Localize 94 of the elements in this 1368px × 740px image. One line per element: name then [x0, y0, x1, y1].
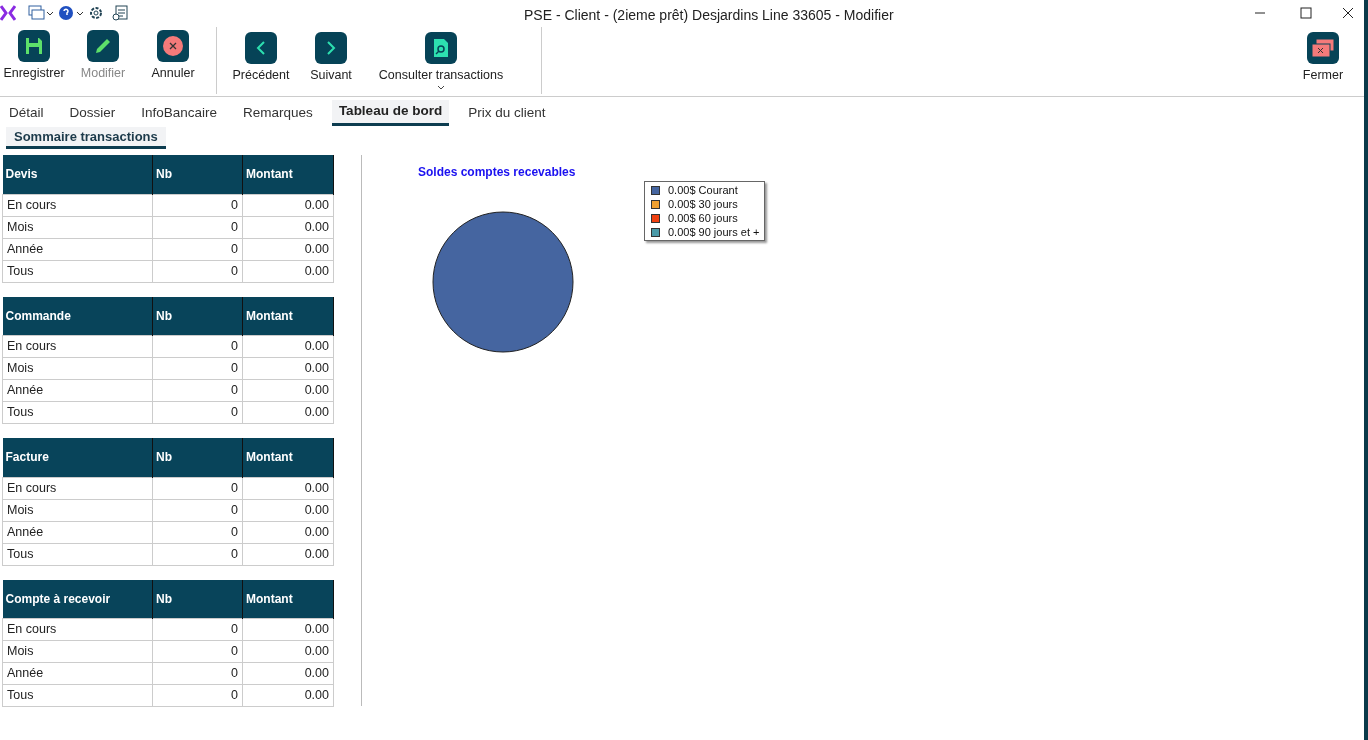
prev-button[interactable]: Précédent — [221, 27, 301, 94]
table-cell: Année — [2, 379, 153, 402]
table-cell: Tous — [2, 401, 153, 424]
column-header: Devis — [2, 155, 153, 194]
table-cell: 0.00 — [242, 543, 334, 565]
table-cell: En cours — [2, 477, 153, 499]
cancel-button[interactable]: Annuler — [138, 25, 208, 96]
settings-icon[interactable] — [88, 4, 104, 21]
maximize-icon[interactable] — [1300, 6, 1312, 19]
legend-label: 0.00$ 90 jours et + — [668, 224, 760, 240]
table-cell: Année — [2, 238, 153, 260]
table-cell: 0 — [152, 499, 243, 521]
table-cell: 0.00 — [242, 618, 334, 641]
table-cell: En cours — [2, 194, 153, 216]
table-cell: Tous — [2, 543, 153, 565]
table-cell: 0 — [152, 543, 243, 565]
legend-label: 0.00$ 30 jours — [668, 196, 738, 212]
column-header: Montant — [242, 438, 334, 477]
table-cell: Mois — [2, 640, 153, 663]
table-cell: En cours — [2, 335, 153, 358]
close-icon[interactable] — [1342, 6, 1354, 19]
tab[interactable]: Dossier — [62, 100, 123, 126]
table-cell: 0 — [152, 684, 243, 707]
table-cell: 0.00 — [242, 335, 334, 358]
table-cell: 0.00 — [242, 499, 334, 521]
column-header: Nb — [152, 579, 243, 619]
column-header: Compte à recevoir — [2, 579, 153, 619]
subtab[interactable]: Sommaire transactions — [6, 127, 166, 149]
legend-label: 0.00$ 60 jours — [668, 210, 738, 226]
save-icon — [25, 37, 43, 55]
table-cell: 0 — [152, 194, 243, 216]
table-cell: 0.00 — [242, 194, 334, 216]
table-cell: Tous — [2, 260, 153, 282]
tab[interactable]: Détail — [2, 100, 51, 126]
table-cell: Mois — [2, 499, 153, 521]
column-header: Montant — [242, 155, 334, 194]
table-cell: 0.00 — [242, 401, 334, 424]
table-cell: 0.00 — [242, 379, 334, 402]
logo-icon — [0, 4, 16, 21]
table-cell: En cours — [2, 618, 153, 641]
table-cell: 0 — [152, 640, 243, 663]
cancel-icon — [163, 36, 183, 56]
table-cell: 0 — [152, 521, 243, 543]
table-cell: 0.00 — [242, 357, 334, 380]
table-cell: 0.00 — [242, 521, 334, 543]
pencil-icon — [94, 37, 112, 55]
table-cell: 0.00 — [242, 640, 334, 663]
column-header: Nb — [152, 296, 243, 336]
chevron-right-icon — [325, 40, 337, 56]
table-cell: 0 — [152, 357, 243, 380]
windows-icon[interactable] — [28, 4, 54, 21]
table-cell: 0 — [152, 477, 243, 499]
table-cell: Année — [2, 521, 153, 543]
table-cell: Mois — [2, 216, 153, 238]
table-cell: 0 — [152, 335, 243, 358]
table-cell: 0 — [152, 662, 243, 685]
table-cell: Mois — [2, 357, 153, 380]
table-cell: 0.00 — [242, 662, 334, 685]
close-windows-icon — [1311, 38, 1335, 58]
document-search-icon — [433, 38, 449, 58]
table-cell: 0 — [152, 238, 243, 260]
next-button[interactable]: Suivant — [301, 27, 361, 94]
column-header: Facture — [2, 438, 153, 477]
table-cell: 0.00 — [242, 684, 334, 707]
tab[interactable]: Remarques — [236, 100, 320, 126]
column-header: Montant — [242, 296, 334, 336]
table-cell: 0 — [152, 260, 243, 282]
table-cell: 0.00 — [242, 477, 334, 499]
table-cell: Tous — [2, 684, 153, 707]
column-header: Nb — [152, 438, 243, 477]
tab[interactable]: Prix du client — [461, 100, 553, 126]
chart-title: Soldes comptes recevables — [418, 164, 577, 181]
close-button[interactable]: Fermer — [1288, 25, 1358, 96]
tab[interactable]: Tableau de bord — [331, 100, 450, 126]
caret-icon — [437, 84, 445, 90]
consult-button[interactable]: Consulter transactions — [361, 27, 521, 94]
chevron-left-icon — [255, 40, 267, 56]
column-header: Montant — [242, 579, 334, 619]
table-cell: 0 — [152, 401, 243, 424]
table-cell: 0.00 — [242, 216, 334, 238]
table-cell: Année — [2, 662, 153, 685]
save-button[interactable]: Enregistrer — [0, 25, 68, 96]
column-header: Commande — [2, 296, 153, 336]
tab[interactable]: InfoBancaire — [134, 100, 225, 126]
table-cell: 0 — [152, 216, 243, 238]
column-header: Nb — [152, 155, 243, 194]
table-cell: 0.00 — [242, 238, 334, 260]
help-icon[interactable] — [58, 4, 84, 21]
table-cell: 0 — [152, 379, 243, 402]
table-cell: 0.00 — [242, 260, 334, 282]
legend-label: 0.00$ Courant — [668, 182, 738, 198]
table-cell: 0 — [152, 618, 243, 641]
report-icon[interactable] — [112, 4, 128, 21]
window-title: PSE - Client - (2ieme prêt) Desjardins Line 33605 - Modifier — [524, 6, 894, 25]
